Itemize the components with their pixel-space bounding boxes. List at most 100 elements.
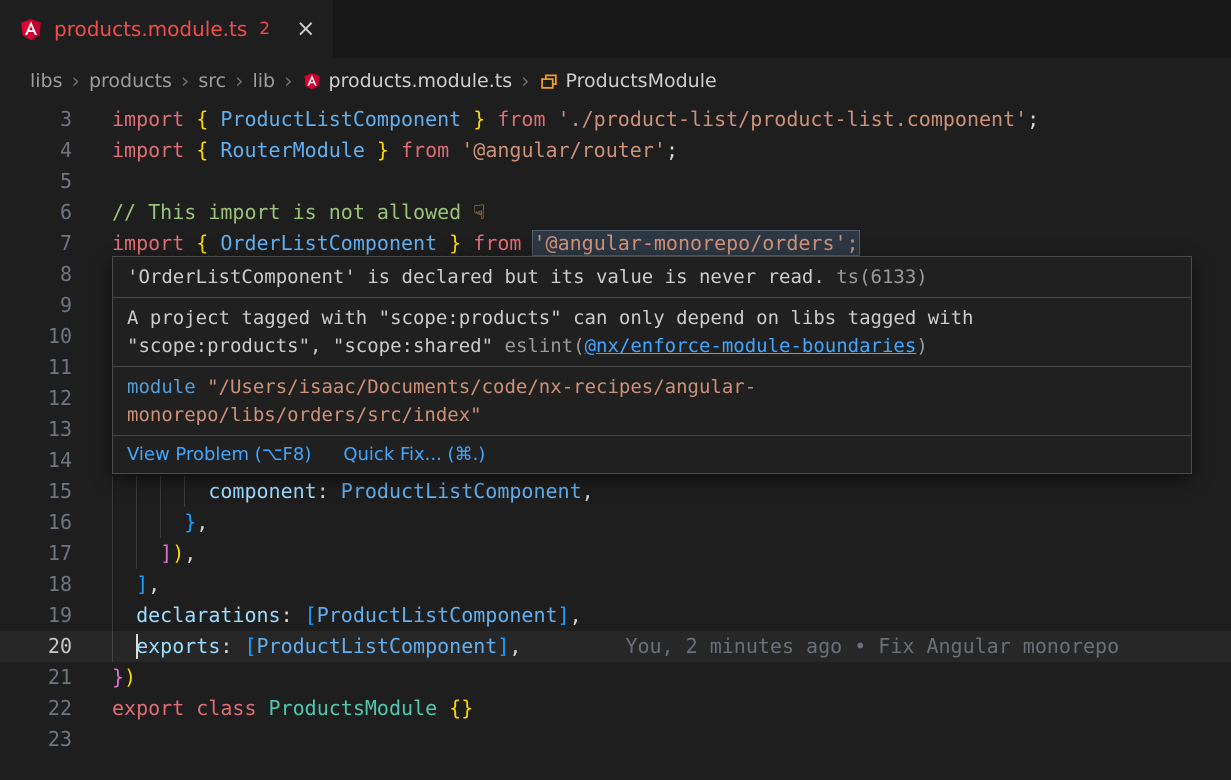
- code-line-7[interactable]: 7import { OrderListComponent } from '@an…: [0, 228, 1231, 259]
- code-token: '@angular-monorepo/orders';: [533, 231, 858, 255]
- vscode-window: products.module.ts 2 × libs › products › src…: [0, 0, 1231, 755]
- code-line-23[interactable]: 23: [0, 724, 1231, 755]
- eslint-rule-link[interactable]: @nx/enforce-module-boundaries: [585, 335, 917, 357]
- code-token: component: [208, 479, 316, 503]
- code-token: ProductListComponent: [317, 603, 558, 627]
- ts-diagnostic-text: 'OrderListComponent' is declared but its…: [127, 266, 825, 288]
- code-token: // This import is not allowed: [112, 200, 473, 224]
- code-line-5[interactable]: 5: [0, 166, 1231, 197]
- line-number: 18: [0, 569, 112, 600]
- breadcrumb-separator: ›: [72, 69, 80, 93]
- breadcrumb-item-productsmodule[interactable]: ProductsModule: [539, 70, 717, 92]
- line-number: 9: [0, 290, 112, 321]
- code-token: [: [305, 603, 317, 627]
- breadcrumb-item-libs[interactable]: libs: [30, 70, 63, 92]
- code-token: ProductsModule: [269, 696, 438, 720]
- code-line-17[interactable]: 17]),: [0, 538, 1231, 569]
- code-token: import: [112, 107, 196, 131]
- code-token: ,: [582, 479, 594, 503]
- code-token: OrderListComponent: [220, 231, 437, 255]
- line-content: export class ProductsModule {}: [112, 693, 473, 724]
- code-line-15[interactable]: 15component: ProductListComponent,: [0, 476, 1231, 507]
- breadcrumb-item-products[interactable]: products: [89, 70, 172, 92]
- line-content: // This import is not allowed ☟: [112, 197, 485, 228]
- code-token: ): [124, 665, 136, 689]
- code-token: ): [172, 541, 184, 565]
- code-line-16[interactable]: 16},: [0, 507, 1231, 538]
- code-token: import: [112, 231, 196, 255]
- breadcrumb-separator: ›: [284, 69, 292, 93]
- indent-guides: [112, 538, 160, 569]
- close-tab-icon[interactable]: ×: [296, 18, 315, 41]
- code-token: :: [317, 479, 341, 503]
- code-token: from: [389, 138, 461, 162]
- git-blame-annotation: You, 2 minutes ago • Fix Angular monorep…: [625, 634, 1119, 658]
- code-token: './product-list/product-list.component': [558, 107, 1028, 131]
- indent-guides: [112, 631, 136, 662]
- indent-guides: [112, 600, 136, 631]
- breadcrumb-item-products-module-ts[interactable]: products.module.ts: [302, 70, 513, 92]
- line-number: 6: [0, 197, 112, 228]
- code-token: from: [461, 231, 533, 255]
- line-number: 12: [0, 383, 112, 414]
- line-number: 8: [0, 259, 112, 290]
- line-content: import { ProductListComponent } from './…: [112, 104, 1039, 135]
- tab-bar: products.module.ts 2 ×: [0, 0, 1231, 58]
- line-number: 15: [0, 476, 112, 507]
- code-token: from: [485, 107, 557, 131]
- hover-actions-bar: View Problem (⌥F8) Quick Fix... (⌘.): [113, 436, 1191, 473]
- ts-diagnostic-code: ts(6133): [825, 266, 928, 288]
- code-token: ]: [160, 541, 172, 565]
- code-line-3[interactable]: 3import { ProductListComponent } from '.…: [0, 104, 1231, 135]
- tab-error-count-badge: 2: [259, 19, 270, 39]
- view-problem-action[interactable]: View Problem (⌥F8): [127, 444, 311, 465]
- line-number: 5: [0, 166, 112, 197]
- line-content: component: ProductListComponent,: [112, 476, 594, 507]
- code-token: }: [437, 231, 461, 255]
- class-symbol-icon: [539, 71, 559, 91]
- breadcrumb-item-src[interactable]: src: [198, 70, 226, 92]
- code-line-18[interactable]: 18],: [0, 569, 1231, 600]
- line-number: 10: [0, 321, 112, 352]
- code-token: ,: [570, 603, 582, 627]
- line-number: 11: [0, 352, 112, 383]
- code-token: ,: [184, 541, 196, 565]
- line-content: ],: [112, 569, 160, 600]
- module-keyword: module: [127, 376, 196, 398]
- breadcrumb-label: libs: [30, 70, 63, 92]
- module-path-string: "/Users/isaac/Documents/code/nx-recipes/…: [127, 376, 756, 426]
- code-token: ,: [148, 572, 160, 596]
- code-token: RouterModule: [220, 138, 365, 162]
- code-token: declarations: [136, 603, 281, 627]
- code-line-21[interactable]: 21}): [0, 662, 1231, 693]
- code-token: '@angular/router': [461, 138, 666, 162]
- line-number: 19: [0, 600, 112, 631]
- code-token: ]: [558, 603, 570, 627]
- error-hover-popup: 'OrderListComponent' is declared but its…: [112, 256, 1192, 474]
- breadcrumb-label: products: [89, 70, 172, 92]
- code-token: {: [196, 107, 220, 131]
- code-token: :: [281, 603, 305, 627]
- code-line-4[interactable]: 4import { RouterModule } from '@angular/…: [0, 135, 1231, 166]
- quick-fix-action[interactable]: Quick Fix... (⌘.): [343, 444, 485, 465]
- line-number: 17: [0, 538, 112, 569]
- code-line-22[interactable]: 22export class ProductsModule {}: [0, 693, 1231, 724]
- line-number: 23: [0, 724, 112, 755]
- error-squiggle-range: import { OrderListComponent } from '@ang…: [112, 231, 859, 255]
- code-token: {: [196, 138, 220, 162]
- line-content: },: [112, 507, 208, 538]
- line-number: 4: [0, 135, 112, 166]
- text-cursor: [136, 634, 138, 659]
- line-number: 16: [0, 507, 112, 538]
- hover-ts-diagnostic: 'OrderListComponent' is declared but its…: [113, 257, 1191, 298]
- line-content: import { OrderListComponent } from '@ang…: [112, 228, 859, 259]
- line-number: 13: [0, 414, 112, 445]
- code-line-19[interactable]: 19 declarations: [ProductListComponent],: [0, 600, 1231, 631]
- code-line-20[interactable]: 20exports: [ProductListComponent],You, 2…: [0, 631, 1231, 662]
- code-token: ProductListComponent: [257, 634, 498, 658]
- code-token: ;: [666, 138, 678, 162]
- editor-tab-products-module[interactable]: products.module.ts 2 ×: [0, 0, 334, 58]
- breadcrumb-item-lib[interactable]: lib: [252, 70, 275, 92]
- code-line-6[interactable]: 6// This import is not allowed ☟: [0, 197, 1231, 228]
- breadcrumb-label: lib: [252, 70, 275, 92]
